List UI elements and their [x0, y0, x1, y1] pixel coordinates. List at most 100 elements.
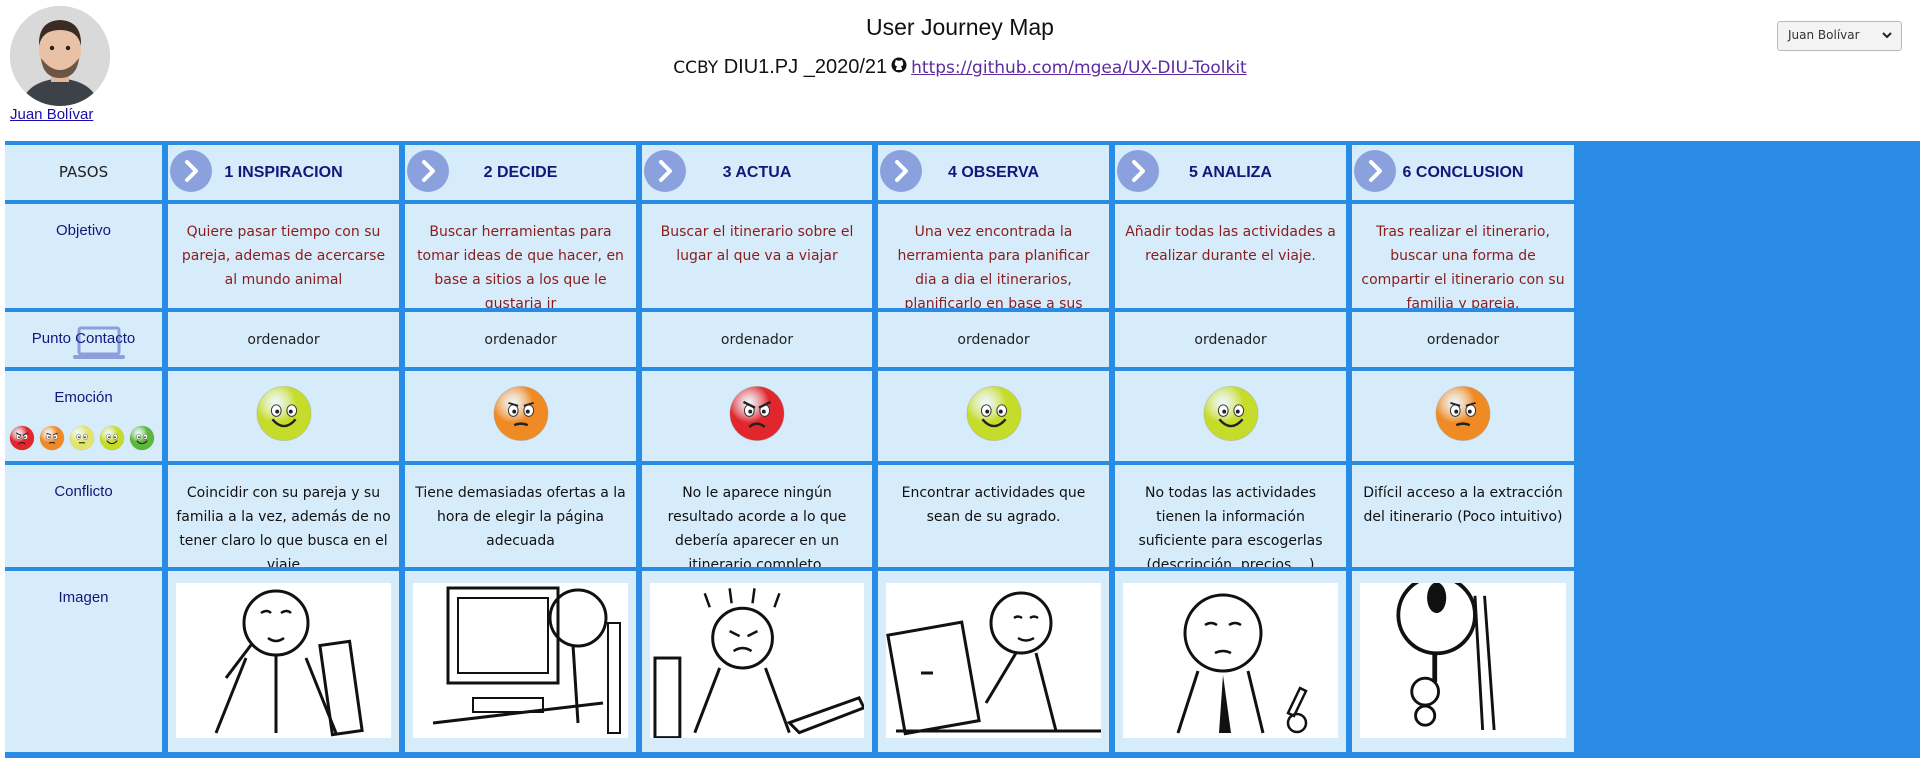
- step-objective: Buscar el itinerario sobre el lugar al q…: [642, 204, 872, 308]
- person-pondering-drawing: [1123, 583, 1338, 738]
- row-label-objective: Objetivo: [5, 204, 162, 308]
- chevron-right-icon[interactable]: [880, 150, 922, 192]
- emotion-angry-icon: [9, 425, 35, 456]
- step-emotion: [405, 371, 636, 461]
- touchpoint-text: ordenador: [247, 332, 320, 348]
- emotion-happy-icon: [965, 385, 1023, 448]
- step-touchpoint: ordenador: [1352, 312, 1574, 367]
- row-label-text: Conflicto: [54, 483, 113, 500]
- person-thinking-drawing: [176, 583, 391, 738]
- step-image: [878, 571, 1109, 752]
- emotion-happy-icon: [1202, 385, 1260, 448]
- step-image: [168, 571, 399, 752]
- step-conflict: No todas las actividades tienen la infor…: [1115, 465, 1346, 567]
- persona-name-link[interactable]: Juan Bolívar: [10, 106, 93, 123]
- touchpoint-text: ordenador: [720, 332, 794, 348]
- emotion-angry-icon: [728, 385, 786, 448]
- conflict-text: Encontrar actividades que sean de su agr…: [901, 485, 1086, 525]
- step-header: 4 OBSERVA: [878, 145, 1109, 200]
- row-label-steps: PASOS: [5, 145, 162, 200]
- objective-text: Tras realizar el itinerario, buscar una …: [1361, 224, 1565, 308]
- step-image: [642, 571, 872, 752]
- step-touchpoint: ordenador: [1115, 312, 1346, 367]
- step-touchpoint: ordenador: [168, 312, 399, 367]
- laptop-icon: [69, 326, 129, 367]
- emotion-neutral-icon: [69, 425, 95, 456]
- objective-text: Buscar el itinerario sobre el lugar al q…: [660, 224, 854, 264]
- step-title: 6 CONCLUSION: [1402, 163, 1524, 181]
- step-objective: Añadir todas las actividades a realizar …: [1115, 204, 1346, 308]
- touchpoint-text: ordenador: [1194, 332, 1267, 348]
- step-objective: Quiere pasar tiempo con su pareja, adema…: [168, 204, 399, 308]
- step-conflict: Coincidir con su pareja y su familia a l…: [168, 465, 399, 567]
- emotion-annoyed-icon: [1434, 385, 1492, 448]
- chevron-right-icon[interactable]: [407, 150, 449, 192]
- step-title: 3 ACTUA: [722, 163, 792, 181]
- emotion-happy-icon: [99, 425, 125, 456]
- row-label-conflict: Conflicto: [5, 465, 162, 567]
- objective-text: Quiere pasar tiempo con su pareja, adema…: [181, 224, 386, 288]
- repo-link[interactable]: https://github.com/mgea/UX-DIU-Toolkit: [911, 58, 1247, 78]
- person-at-computer-drawing: [413, 583, 628, 738]
- conflict-text: Difícil acceso a la extracción del itine…: [1363, 485, 1563, 525]
- emotion-happy-icon: [255, 385, 313, 448]
- chevron-right-icon[interactable]: [644, 150, 686, 192]
- github-icon: [891, 56, 907, 79]
- touchpoint-text: ordenador: [957, 332, 1030, 348]
- step-objective: Tras realizar el itinerario, buscar una …: [1352, 204, 1574, 308]
- row-label-emotion: Emoción: [5, 371, 162, 461]
- emotion-scale: [9, 425, 155, 456]
- step-header: 2 DECIDE: [405, 145, 636, 200]
- conflict-text: Coincidir con su pareja y su familia a l…: [176, 485, 391, 567]
- step-objective: Buscar herramientas para tomar ideas de …: [405, 204, 636, 308]
- step-title: 1 INSPIRACION: [224, 163, 343, 181]
- emotion-very-happy-icon: [129, 425, 155, 456]
- person-typing-laptop-drawing: [886, 583, 1101, 738]
- chevron-right-icon[interactable]: [1354, 150, 1396, 192]
- conflict-text: Tiene demasiadas ofertas a la hora de el…: [415, 485, 626, 549]
- persona-select-value: Juan Bolívar: [1788, 28, 1860, 42]
- step-header: 1 INSPIRACION: [168, 145, 399, 200]
- step-header: 3 ACTUA: [642, 145, 872, 200]
- course-code: DIU1.PJ _2020/21: [723, 56, 888, 78]
- row-label-image: Imagen: [5, 571, 162, 752]
- step-title: 2 DECIDE: [483, 163, 558, 181]
- page-title: User Journey Map: [866, 14, 1054, 40]
- step-image: [1115, 571, 1346, 752]
- step-emotion: [1352, 371, 1574, 461]
- chevron-right-icon[interactable]: [170, 150, 212, 192]
- chevron-down-icon: [1881, 29, 1893, 44]
- persona-select[interactable]: Juan Bolívar: [1777, 21, 1902, 51]
- step-header: 5 ANALIZA: [1115, 145, 1346, 200]
- step-title: 5 ANALIZA: [1189, 163, 1272, 181]
- step-conflict: Difícil acceso a la extracción del itine…: [1352, 465, 1574, 567]
- step-touchpoint: ordenador: [642, 312, 872, 367]
- chevron-right-icon[interactable]: [1117, 150, 1159, 192]
- step-title: 4 OBSERVA: [948, 163, 1039, 181]
- row-label-text: PASOS: [58, 163, 109, 181]
- step-objective: Una vez encontrada la herramienta para p…: [878, 204, 1109, 308]
- step-conflict: Tiene demasiadas ofertas a la hora de el…: [405, 465, 636, 567]
- row-label-text: Emoción: [54, 389, 113, 406]
- journey-map: PASOS Objetivo Punto Contacto Emoción Confli…: [5, 141, 1920, 758]
- step-image: [405, 571, 636, 752]
- step-image: [1352, 571, 1574, 752]
- step-conflict: Encontrar actividades que sean de su agr…: [878, 465, 1109, 567]
- license-label: CCBY: [673, 58, 719, 78]
- row-label-text: Imagen: [58, 589, 109, 606]
- step-header: 6 CONCLUSION: [1352, 145, 1574, 200]
- conflict-text: No le aparece ningún resultado acorde a …: [667, 485, 847, 567]
- touchpoint-text: ordenador: [1426, 332, 1500, 348]
- step-emotion: [168, 371, 399, 461]
- step-touchpoint: ordenador: [878, 312, 1109, 367]
- frustrated-person-laptop-drawing: [650, 583, 864, 738]
- step-emotion: [1115, 371, 1346, 461]
- step-emotion: [878, 371, 1109, 461]
- step-conflict: No le aparece ningún resultado acorde a …: [642, 465, 872, 567]
- row-label-touchpoint: Punto Contacto: [5, 312, 162, 367]
- step-touchpoint: ordenador: [405, 312, 636, 367]
- objective-text: Una vez encontrada la herramienta para p…: [897, 224, 1090, 308]
- emotion-annoyed-icon: [39, 425, 65, 456]
- row-label-text: Objetivo: [55, 222, 112, 239]
- person-magnifying-glass-drawing: [1360, 583, 1566, 738]
